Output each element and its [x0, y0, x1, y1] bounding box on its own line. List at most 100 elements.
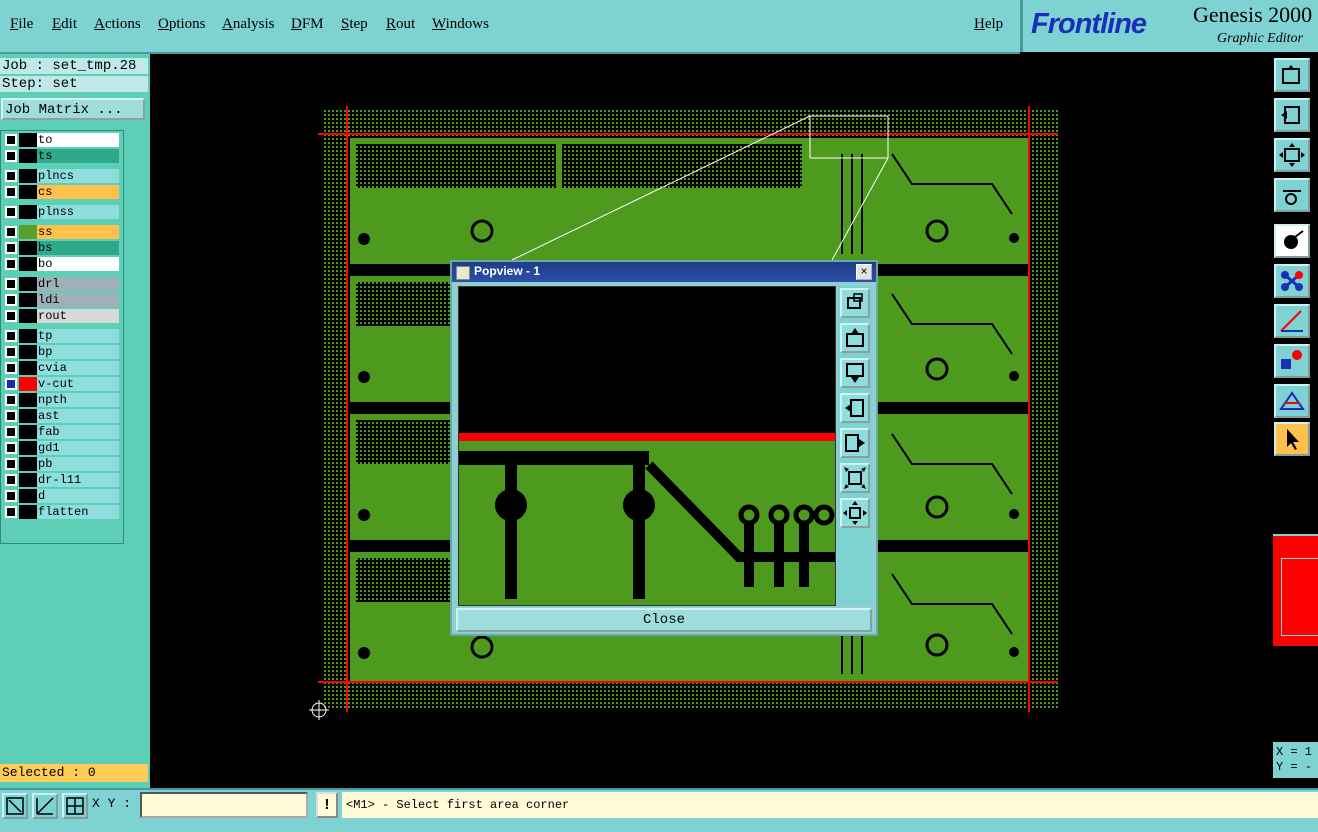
pv-pan-right-icon[interactable]: [840, 428, 870, 458]
layer-checkbox[interactable]: [5, 278, 17, 290]
layer-checkbox[interactable]: [5, 458, 17, 470]
snap-icon[interactable]: [1274, 224, 1310, 258]
select-element-icon[interactable]: [1274, 344, 1310, 378]
layer-checkbox[interactable]: [5, 442, 17, 454]
pointer-icon[interactable]: [1274, 422, 1310, 456]
layer-checkbox[interactable]: [5, 506, 17, 518]
layer-name[interactable]: dr-l11: [37, 473, 119, 487]
grid-icon[interactable]: [62, 793, 88, 819]
layer-row-cvia[interactable]: cvia: [3, 361, 119, 375]
menu-rout[interactable]: Rout: [386, 16, 415, 33]
layer-checkbox[interactable]: [5, 378, 17, 390]
layer-name[interactable]: v-cut: [37, 377, 119, 391]
layer-row-npth[interactable]: npth: [3, 393, 119, 407]
layer-row-to[interactable]: to: [3, 133, 119, 147]
layer-row-fab[interactable]: fab: [3, 425, 119, 439]
layer-color-box[interactable]: [19, 225, 37, 239]
layer-row-plnss[interactable]: plnss: [3, 205, 119, 219]
popview-close-button[interactable]: Close: [456, 608, 872, 632]
popview-canvas[interactable]: [458, 286, 836, 606]
layer-name[interactable]: rout: [37, 309, 119, 323]
layer-row-ss[interactable]: ss: [3, 225, 119, 239]
layer-color-box[interactable]: [19, 169, 37, 183]
zoom-area-icon[interactable]: [2, 793, 28, 819]
layer-row-cs[interactable]: cs: [3, 185, 119, 199]
zoom-fit-icon[interactable]: [1274, 138, 1310, 172]
layer-color-box[interactable]: [19, 241, 37, 255]
close-icon[interactable]: ×: [856, 264, 872, 280]
layer-name[interactable]: plnss: [37, 205, 119, 219]
menu-help[interactable]: Help: [974, 16, 1003, 33]
layer-row-rout[interactable]: rout: [3, 309, 119, 323]
angle-icon[interactable]: [1274, 304, 1310, 338]
layer-name[interactable]: npth: [37, 393, 119, 407]
layer-color-box[interactable]: [19, 505, 37, 519]
layer-name[interactable]: plncs: [37, 169, 119, 183]
layer-checkbox[interactable]: [5, 490, 17, 502]
job-matrix-button[interactable]: Job Matrix ...: [1, 98, 145, 120]
xy-input[interactable]: [140, 792, 308, 818]
layer-row-ts[interactable]: ts: [3, 149, 119, 163]
exclamation-button[interactable]: !: [316, 792, 338, 818]
pv-center-icon[interactable]: [840, 498, 870, 528]
layer-checkbox[interactable]: [5, 394, 17, 406]
layer-row-tp[interactable]: tp: [3, 329, 119, 343]
layer-row-drl[interactable]: drl: [3, 277, 119, 291]
layer-color-box[interactable]: [19, 185, 37, 199]
layer-name[interactable]: flatten: [37, 505, 119, 519]
pv-pan-up-icon[interactable]: [840, 323, 870, 353]
layer-checkbox[interactable]: [5, 242, 17, 254]
layer-color-box[interactable]: [19, 205, 37, 219]
layer-checkbox[interactable]: [5, 206, 17, 218]
layer-checkbox[interactable]: [5, 310, 17, 322]
layer-checkbox[interactable]: [5, 134, 17, 146]
layer-color-box[interactable]: [19, 329, 37, 343]
layer-color-box[interactable]: [19, 473, 37, 487]
menu-file[interactable]: File: [10, 16, 33, 33]
menu-actions[interactable]: Actions: [94, 16, 141, 33]
pan-icon[interactable]: [1274, 58, 1310, 92]
layer-checkbox[interactable]: [5, 410, 17, 422]
layer-color-box[interactable]: [19, 377, 37, 391]
pv-pan-down-icon[interactable]: [840, 358, 870, 388]
layer-checkbox[interactable]: [5, 294, 17, 306]
layer-color-box[interactable]: [19, 277, 37, 291]
layer-checkbox[interactable]: [5, 474, 17, 486]
pv-zoom-icon[interactable]: [840, 288, 870, 318]
layer-color-box[interactable]: [19, 133, 37, 147]
menu-step[interactable]: Step: [341, 16, 368, 33]
layer-name[interactable]: fab: [37, 425, 119, 439]
layer-color-box[interactable]: [19, 257, 37, 271]
layer-color-box[interactable]: [19, 361, 37, 375]
layer-name[interactable]: cs: [37, 185, 119, 199]
menu-windows[interactable]: Windows: [432, 16, 489, 33]
menu-dfm[interactable]: DFM: [291, 16, 324, 33]
layer-name[interactable]: gd1: [37, 441, 119, 455]
measure-icon[interactable]: [1274, 178, 1310, 212]
layer-row-ast[interactable]: ast: [3, 409, 119, 423]
layer-name[interactable]: bo: [37, 257, 119, 271]
layer-checkbox[interactable]: [5, 426, 17, 438]
layer-row-bp[interactable]: bp: [3, 345, 119, 359]
zoom-in-icon[interactable]: [1274, 98, 1310, 132]
layer-checkbox[interactable]: [5, 258, 17, 270]
layer-checkbox[interactable]: [5, 186, 17, 198]
layer-row-d[interactable]: d: [3, 489, 119, 503]
layer-color-box[interactable]: [19, 489, 37, 503]
layer-name[interactable]: ast: [37, 409, 119, 423]
layer-name[interactable]: bs: [37, 241, 119, 255]
layer-color-box[interactable]: [19, 345, 37, 359]
layer-name[interactable]: cvia: [37, 361, 119, 375]
layer-name[interactable]: ss: [37, 225, 119, 239]
popview-titlebar[interactable]: Popview - 1 ×: [452, 262, 876, 282]
layer-name[interactable]: drl: [37, 277, 119, 291]
layer-row-flatten[interactable]: flatten: [3, 505, 119, 519]
layer-checkbox[interactable]: [5, 170, 17, 182]
layer-row-v-cut[interactable]: v-cut: [3, 377, 119, 391]
layer-name[interactable]: bp: [37, 345, 119, 359]
layer-row-ldi[interactable]: ldi: [3, 293, 119, 307]
layer-checkbox[interactable]: [5, 226, 17, 238]
zoom-measure-icon[interactable]: [32, 793, 58, 819]
layer-checkbox[interactable]: [5, 330, 17, 342]
layer-color-box[interactable]: [19, 457, 37, 471]
